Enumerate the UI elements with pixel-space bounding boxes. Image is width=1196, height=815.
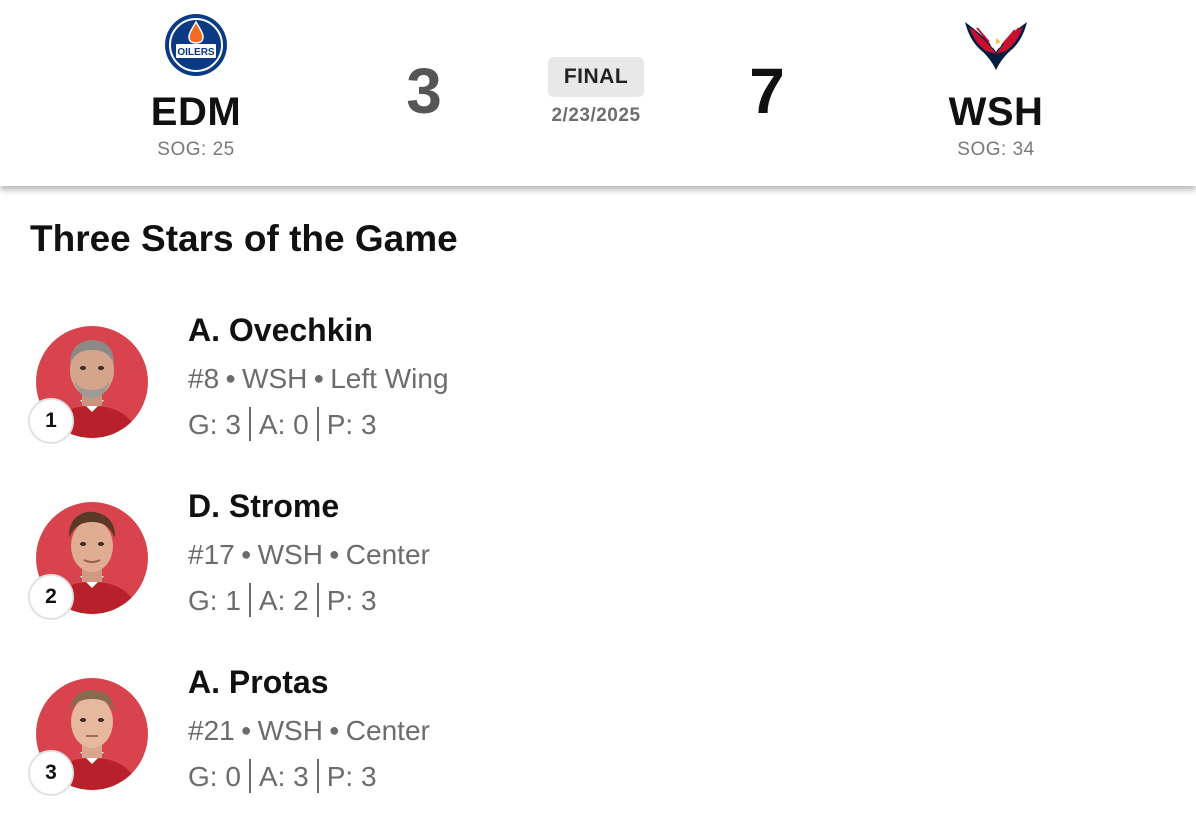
player-position: Center xyxy=(345,539,430,570)
stat-divider xyxy=(316,759,319,793)
scoreboard-header: OILERS EDM SOG: 25 3 FINAL 2/23/2025 7 W… xyxy=(0,0,1196,186)
home-team-abbr: WSH xyxy=(948,90,1044,134)
assists-stat: A: 0 xyxy=(258,409,309,440)
goals-stat: G: 1 xyxy=(188,585,241,616)
player-meta: #17 ● WSH ● Center xyxy=(188,539,430,571)
star-row-3[interactable]: 3 A. Protas #21 ● WSH ● Center G: 0 A: 3 P: 3 xyxy=(0,664,1196,814)
player-number: #17 xyxy=(188,539,235,570)
player-number: #8 xyxy=(188,363,220,394)
oilers-logo-icon: OILERS xyxy=(165,14,227,76)
points-stat: P: 3 xyxy=(326,585,377,616)
player-stats: G: 0 A: 3 P: 3 xyxy=(188,759,377,793)
star-row-1[interactable]: 1 A. Ovechkin #8 ● WSH ● Left Wing G: 3 A: 0P… xyxy=(0,312,1196,462)
player-team: WSH xyxy=(257,715,323,746)
away-team-sog: SOG: 25 xyxy=(157,139,235,160)
player-stats: G: 3 A: 0 P: 3 xyxy=(188,407,377,441)
three-stars-title: Three Stars of the Game xyxy=(30,218,458,259)
player-stats: G: 1 A: 2 P: 3 xyxy=(188,583,377,617)
stat-divider xyxy=(316,407,319,441)
home-score: 7 xyxy=(749,55,785,127)
home-team-sog: SOG: 34 xyxy=(957,139,1035,160)
assists-stat: A: 2 xyxy=(258,585,309,616)
player-team: WSH xyxy=(257,539,323,570)
player-name[interactable]: D. Strome xyxy=(188,488,339,525)
stat-divider xyxy=(316,583,319,617)
away-team[interactable]: OILERS EDM SOG: 25 xyxy=(96,12,296,161)
away-score: 3 xyxy=(406,55,442,127)
goals-stat: G: 0 xyxy=(188,761,241,792)
star-rank-badge: 2 xyxy=(28,574,74,620)
stat-divider xyxy=(248,407,251,441)
bullet-separator: ● xyxy=(328,544,340,564)
star-rank-badge: 1 xyxy=(28,398,74,444)
bullet-separator: ● xyxy=(313,368,325,388)
player-name[interactable]: A. Protas xyxy=(188,664,328,701)
bullet-separator: ● xyxy=(225,368,237,388)
player-team: WSH xyxy=(242,363,308,394)
star-row-2[interactable]: 2 D. Strome #17 ● WSH ● Center G: 1 A: 2 P: 3 xyxy=(0,488,1196,638)
bullet-separator: ● xyxy=(328,720,340,740)
bullet-separator: ● xyxy=(240,720,252,740)
player-meta: #8 ● WSH ● Left Wing xyxy=(188,363,449,395)
away-team-abbr: EDM xyxy=(150,90,242,134)
assists-stat: A: 3 xyxy=(258,761,309,792)
game-status: FINAL 2/23/2025 xyxy=(496,57,696,127)
star-rank-badge: 3 xyxy=(28,750,74,796)
player-meta: #21 ● WSH ● Center xyxy=(188,715,430,747)
svg-text:OILERS: OILERS xyxy=(177,47,215,58)
home-team[interactable]: WSH SOG: 34 xyxy=(896,12,1096,161)
final-status-badge: FINAL xyxy=(547,57,645,97)
game-date: 2/23/2025 xyxy=(551,105,641,126)
player-position: Center xyxy=(345,715,430,746)
points-stat: P: 3 xyxy=(326,409,377,440)
player-position: Left Wing xyxy=(330,363,449,394)
goals-stat: G: 3 xyxy=(188,409,241,440)
bullet-separator: ● xyxy=(240,544,252,564)
capitals-eagle-logo-icon xyxy=(965,22,1027,70)
player-number: #21 xyxy=(188,715,235,746)
player-name[interactable]: A. Ovechkin xyxy=(188,312,373,349)
stat-divider xyxy=(248,759,251,793)
stat-divider xyxy=(248,583,251,617)
points-stat: P: 3 xyxy=(326,761,377,792)
